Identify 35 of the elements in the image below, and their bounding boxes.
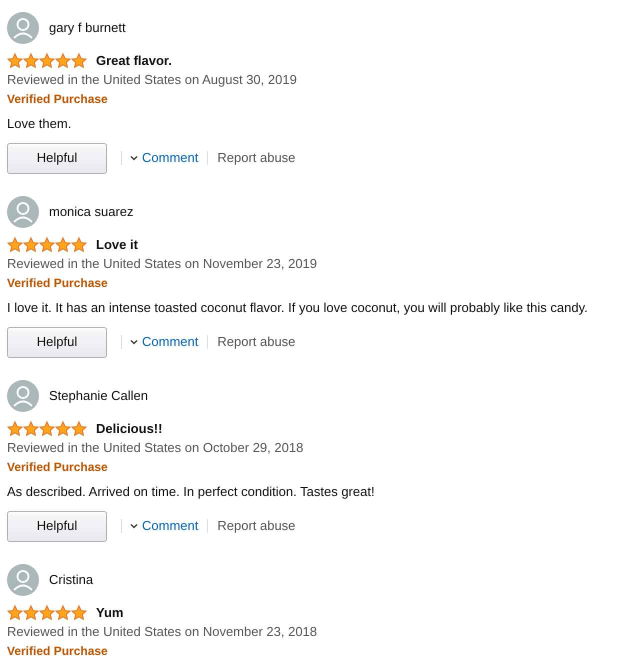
- review-title[interactable]: Yum: [96, 604, 124, 622]
- review-title[interactable]: Great flavor.: [96, 52, 172, 70]
- avatar-icon: [7, 380, 39, 412]
- review-title[interactable]: Delicious!!: [96, 420, 162, 438]
- caret-icon: [130, 155, 138, 161]
- reviewer-name[interactable]: Stephanie Callen: [49, 387, 148, 405]
- reviewer-name[interactable]: gary f burnett: [49, 19, 126, 37]
- review-date: Reviewed in the United States on November 23, 2019: [7, 255, 318, 273]
- verified-purchase-label: Verified Purchase: [7, 643, 109, 660]
- review-date: Reviewed in the United States on October 29, 2018: [7, 439, 304, 457]
- review-text: Love them.: [7, 115, 72, 133]
- verified-purchase-label: Verified Purchase: [7, 275, 109, 292]
- helpful-button[interactable]: Helpful: [7, 142, 107, 174]
- caret-icon: [130, 339, 138, 345]
- avatar-icon: [7, 196, 39, 228]
- review-text: I love it. It has an intense toasted coconut flavor. If you love coconut, you will probably like this candy.: [7, 299, 589, 317]
- helpful-button[interactable]: Helpful: [7, 510, 107, 542]
- review-date: Reviewed in the United States on November 23, 2018: [7, 623, 318, 641]
- review-date: Reviewed in the United States on August 30, 2019: [7, 71, 298, 89]
- comment-link[interactable]: Comment: [130, 149, 198, 167]
- verified-purchase-label: Verified Purchase: [7, 459, 109, 476]
- helpful-button[interactable]: Helpful: [7, 326, 107, 358]
- caret-icon: [130, 523, 138, 529]
- comment-link[interactable]: Comment: [130, 333, 198, 351]
- avatar-icon: [7, 12, 39, 44]
- review-title[interactable]: Love it: [96, 236, 138, 254]
- verified-purchase-label: Verified Purchase: [7, 91, 109, 108]
- avatar-icon: [7, 564, 39, 596]
- reviewer-name[interactable]: monica suarez: [49, 203, 134, 221]
- report-abuse-link[interactable]: Report abuse: [217, 333, 296, 351]
- report-abuse-link[interactable]: Report abuse: [217, 517, 296, 535]
- report-abuse-link[interactable]: Report abuse: [217, 149, 296, 167]
- reviewer-name[interactable]: Cristina: [49, 571, 94, 589]
- comment-link[interactable]: Comment: [130, 517, 198, 535]
- review-text: As described. Arrived on time. In perfect condition. Tastes great!: [7, 483, 376, 501]
